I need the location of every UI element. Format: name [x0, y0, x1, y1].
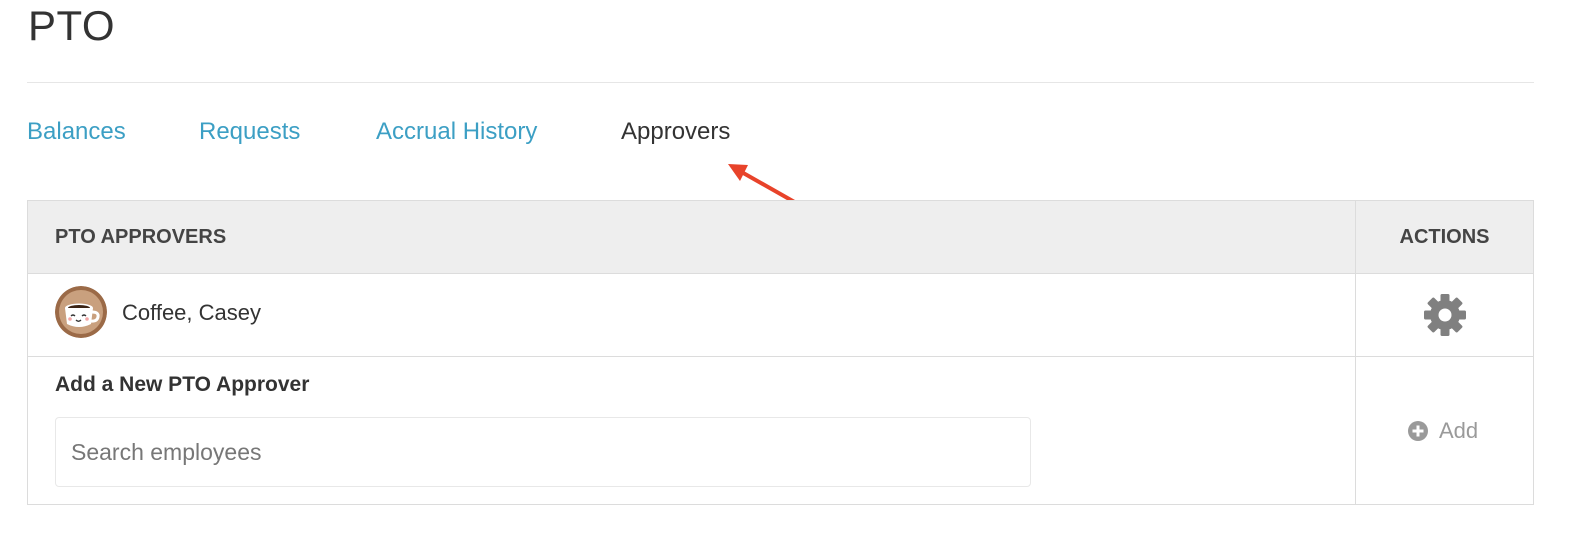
add-approver-row: Add a New PTO Approver Add — [28, 357, 1533, 504]
add-button-label: Add — [1439, 418, 1479, 443]
tab-requests[interactable]: Requests — [199, 116, 300, 148]
approvers-table: PTO APPROVERS ACTIONS Coffee, Casey Add … — [27, 200, 1534, 505]
plus-circle-icon — [1408, 421, 1428, 441]
tab-approvers[interactable]: Approvers — [621, 116, 730, 148]
add-button[interactable]: Add — [1408, 415, 1478, 447]
table-header: PTO APPROVERS ACTIONS — [28, 201, 1533, 274]
page-title: PTO — [28, 2, 116, 49]
add-approver-label: Add a New PTO Approver — [55, 373, 310, 396]
table-row: Coffee, Casey — [28, 273, 1533, 357]
column-header-approvers: PTO APPROVERS — [55, 226, 227, 248]
column-header-actions: ACTIONS — [1399, 226, 1490, 248]
gear-icon[interactable] — [1423, 293, 1467, 337]
tab-accrual-history[interactable]: Accrual History — [376, 116, 537, 148]
search-employees-input[interactable] — [55, 417, 1031, 487]
tab-balances[interactable]: Balances — [27, 116, 126, 148]
coffee-cup-avatar-icon — [55, 286, 107, 338]
approver-name: Coffee, Casey — [122, 300, 262, 325]
title-divider — [27, 82, 1534, 83]
